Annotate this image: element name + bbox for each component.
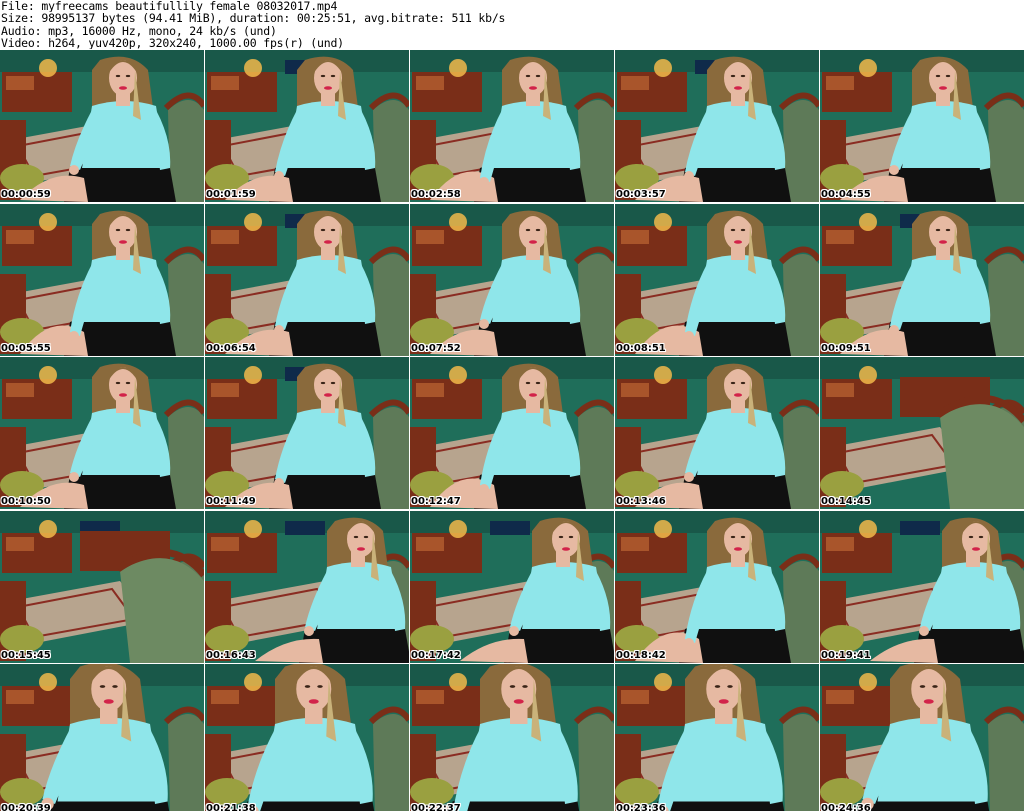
frame-timestamp: 00:22:37 xyxy=(411,803,461,811)
frame-image xyxy=(615,510,819,663)
frame-image xyxy=(410,50,614,202)
frame-image xyxy=(820,50,1024,202)
frame-timestamp: 00:14:45 xyxy=(821,496,871,507)
frame-timestamp: 00:01:59 xyxy=(206,189,256,200)
frame-image xyxy=(0,664,204,811)
thumbnail-frame: 00:09:51 xyxy=(820,203,1024,356)
frame-timestamp: 00:24:36 xyxy=(821,803,871,811)
frame-image xyxy=(820,510,1024,663)
frame-timestamp: 00:03:57 xyxy=(616,189,666,200)
frame-timestamp: 00:06:54 xyxy=(206,342,256,354)
frame-image xyxy=(615,664,819,811)
frame-timestamp: 00:12:47 xyxy=(411,496,461,507)
thumbnail-frame: 00:07:52 xyxy=(410,203,614,356)
frame-timestamp: 00:04:55 xyxy=(821,189,871,200)
thumbnail-frame: 00:14:45 xyxy=(820,357,1024,509)
frame-image xyxy=(205,203,409,356)
frame-timestamp: 00:11:49 xyxy=(206,496,256,507)
frame-timestamp: 00:15:45 xyxy=(1,649,51,661)
thumbnail-frame: 00:01:59 xyxy=(205,50,409,202)
thumbnail-frame: 00:24:36 xyxy=(820,664,1024,811)
contact-sheet: File: myfreecams_beautifullily_female_08… xyxy=(0,0,1024,811)
thumbnail-frame: 00:19:41 xyxy=(820,510,1024,663)
thumbnail-frame: 00:23:36 xyxy=(615,664,819,811)
thumbnail-frame: 00:22:37 xyxy=(410,664,614,811)
thumbnail-frame: 00:03:57 xyxy=(615,50,819,202)
frame-image xyxy=(0,357,204,509)
thumbnail-frame: 00:15:45 xyxy=(0,510,204,663)
frame-image xyxy=(205,357,409,509)
frame-image xyxy=(205,50,409,202)
thumbnail-frame: 00:13:46 xyxy=(615,357,819,509)
frame-timestamp: 00:00:59 xyxy=(1,189,51,200)
thumbnail-grid: 00:00:59 00:01:59 00:02:58 00:03:57 00:04:55… xyxy=(0,50,1024,811)
thumbnail-frame: 00:20:39 xyxy=(0,664,204,811)
frame-timestamp: 00:23:36 xyxy=(616,803,666,811)
frame-timestamp: 00:20:39 xyxy=(1,803,51,811)
frame-timestamp: 00:02:58 xyxy=(411,189,461,200)
thumbnail-frame: 00:11:49 xyxy=(205,357,409,509)
frame-image xyxy=(205,510,409,663)
thumbnail-frame: 00:12:47 xyxy=(410,357,614,509)
thumbnail-frame: 00:04:55 xyxy=(820,50,1024,202)
frame-image xyxy=(820,664,1024,811)
frame-image xyxy=(410,203,614,356)
frame-image xyxy=(0,50,204,202)
file-info-header: File: myfreecams_beautifullily_female_08… xyxy=(1,0,1021,50)
frame-timestamp: 00:10:50 xyxy=(1,496,51,507)
frame-image xyxy=(820,357,1024,509)
frame-image xyxy=(820,203,1024,356)
frame-timestamp: 00:17:42 xyxy=(411,649,461,661)
frame-timestamp: 00:08:51 xyxy=(616,342,666,354)
frame-image xyxy=(410,664,614,811)
frame-image xyxy=(205,664,409,811)
thumbnail-frame: 00:10:50 xyxy=(0,357,204,509)
frame-image xyxy=(615,203,819,356)
video-info-line: Video: h264, yuv420p, 320x240, 1000.00 f… xyxy=(1,36,344,50)
frame-image xyxy=(0,203,204,356)
frame-timestamp: 00:05:55 xyxy=(1,342,51,354)
frame-image xyxy=(615,357,819,509)
frame-image xyxy=(410,510,614,663)
frame-timestamp: 00:07:52 xyxy=(411,342,461,354)
frame-image xyxy=(615,50,819,202)
frame-image xyxy=(410,357,614,509)
frame-timestamp: 00:16:43 xyxy=(206,649,256,661)
audio-info-line: Audio: mp3, 16000 Hz, mono, 24 kb/s (und… xyxy=(1,24,277,37)
file-name-line: File: myfreecams_beautifullily_female_08… xyxy=(1,0,338,13)
frame-timestamp: 00:21:38 xyxy=(206,803,256,811)
thumbnail-frame: 00:16:43 xyxy=(205,510,409,663)
frame-timestamp: 00:13:46 xyxy=(616,496,666,507)
thumbnail-frame: 00:08:51 xyxy=(615,203,819,356)
thumbnail-frame: 00:05:55 xyxy=(0,203,204,356)
thumbnail-frame: 00:06:54 xyxy=(205,203,409,356)
thumbnail-frame: 00:17:42 xyxy=(410,510,614,663)
frame-timestamp: 00:19:41 xyxy=(821,649,871,661)
frame-timestamp: 00:18:42 xyxy=(616,649,666,661)
frame-timestamp: 00:09:51 xyxy=(821,342,871,354)
thumbnail-frame: 00:02:58 xyxy=(410,50,614,202)
frame-image xyxy=(0,510,204,663)
thumbnail-frame: 00:21:38 xyxy=(205,664,409,811)
thumbnail-frame: 00:00:59 xyxy=(0,50,204,202)
thumbnail-frame: 00:18:42 xyxy=(615,510,819,663)
file-size-line: Size: 98995137 bytes (94.41 MiB), durati… xyxy=(1,12,506,25)
